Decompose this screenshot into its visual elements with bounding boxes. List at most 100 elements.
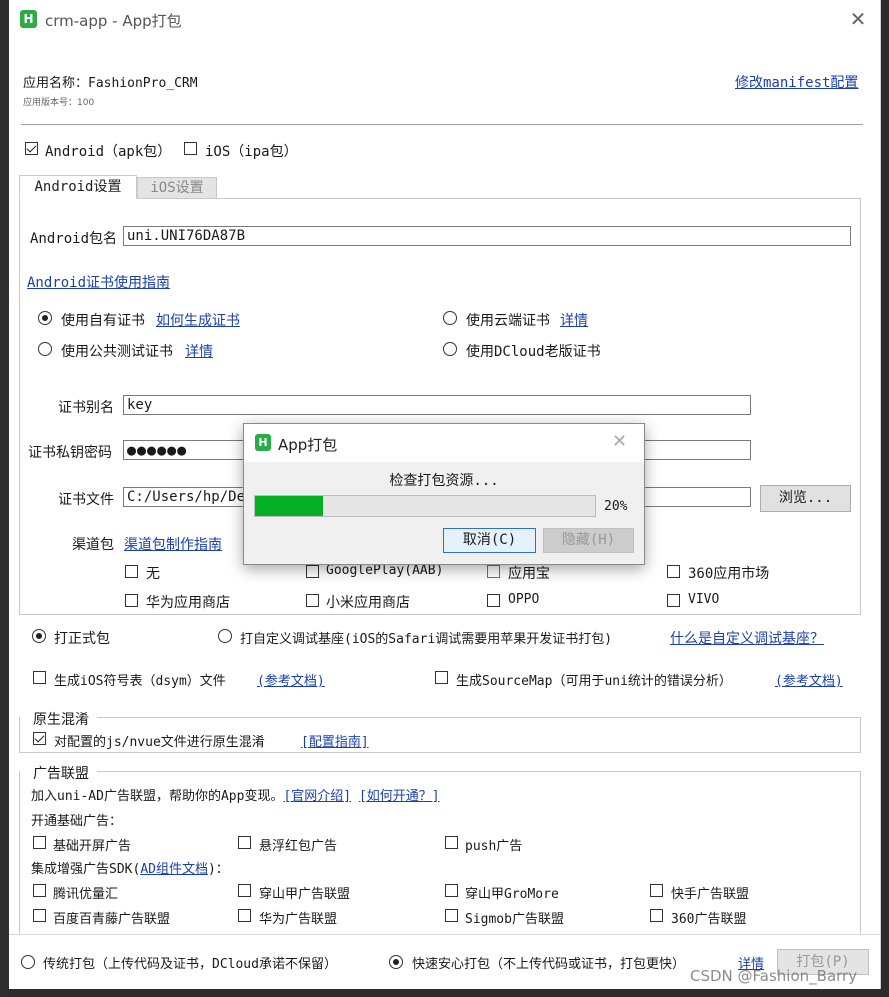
- dcloud-cert-label: 使用DCloud老版证书: [466, 344, 601, 360]
- channel-360-checkbox[interactable]: [667, 565, 680, 578]
- safe-build-label: 快速安心打包（不上传代码或证书，打包更快）: [412, 957, 686, 972]
- ads-title: 广告联盟: [31, 763, 91, 783]
- close-icon[interactable]: ✕: [612, 431, 627, 452]
- ad-sigmob-checkbox[interactable]: [445, 909, 458, 922]
- ad-component-docs-link[interactable]: AD组件文档: [140, 862, 208, 877]
- channel-360-label: 360应用市场: [688, 566, 770, 582]
- android-checkbox[interactable]: [25, 142, 38, 155]
- custom-base-help-link[interactable]: 什么是自定义调试基座？: [670, 628, 824, 648]
- channel-xiaomi-checkbox[interactable]: [306, 594, 319, 607]
- ad-redpacket-label: 悬浮红包广告: [259, 839, 338, 854]
- public-cert-label: 使用公共测试证书: [61, 344, 173, 360]
- package-name-input[interactable]: uni.UNI76DA87B: [123, 226, 851, 246]
- channel-googleplay-label: GooglePlay(AAB): [326, 563, 444, 578]
- ads-sdk-suffix: )：: [207, 862, 229, 877]
- obfuscation-title: 原生混淆: [31, 709, 91, 729]
- ad-push-checkbox[interactable]: [445, 836, 458, 849]
- channel-label: 渠道包: [72, 537, 114, 553]
- ad-baidu-label: 百度百青藤广告联盟: [53, 912, 171, 927]
- channel-guide-link[interactable]: 渠道包制作指南: [124, 534, 222, 554]
- ad-pangle-checkbox[interactable]: [238, 884, 251, 897]
- ads-official-link[interactable]: [官网介绍]: [283, 789, 351, 804]
- channel-none-checkbox[interactable]: [125, 565, 138, 578]
- channel-xiaomi-label: 小米应用商店: [326, 595, 410, 611]
- android-label: Android（apk包）: [45, 144, 172, 160]
- ads-how-open-link[interactable]: [如何开通？]: [359, 789, 440, 804]
- modify-manifest-link[interactable]: 修改manifest配置: [735, 72, 858, 92]
- cert-alias-input[interactable]: key: [123, 395, 751, 415]
- custom-base-radio[interactable]: [218, 629, 232, 643]
- formal-build-label: 打正式包: [54, 631, 110, 647]
- divider: [21, 124, 863, 125]
- ads-group-border: [97, 771, 861, 772]
- hbuilder-logo-icon: H: [20, 10, 37, 28]
- channel-yingyongbao-checkbox[interactable]: [487, 565, 500, 578]
- obfuscation-checkbox[interactable]: [33, 732, 46, 745]
- channel-vivo-checkbox[interactable]: [667, 594, 680, 607]
- cert-alias-label: 证书别名: [58, 400, 114, 416]
- obfuscation-guide-link[interactable]: [配置指南]: [301, 731, 369, 750]
- ad-tencent-checkbox[interactable]: [33, 884, 46, 897]
- ios-label: iOS（ipa包）: [205, 144, 298, 160]
- ad-360-checkbox[interactable]: [650, 909, 663, 922]
- cert-guide-link[interactable]: Android证书使用指南: [27, 272, 170, 292]
- close-icon[interactable]: ✕: [847, 8, 869, 30]
- cloud-cert-details-link[interactable]: 详情: [560, 310, 588, 330]
- dcloud-cert-radio[interactable]: [443, 342, 457, 356]
- ad-kuaishou-checkbox[interactable]: [650, 884, 663, 897]
- dsym-checkbox[interactable]: [33, 671, 46, 684]
- ad-splash-checkbox[interactable]: [33, 836, 46, 849]
- editor-background: [0, 0, 9, 997]
- ad-gromore-label: 穿山甲GroMore: [465, 887, 559, 902]
- tab-android-settings[interactable]: Android设置: [19, 175, 137, 199]
- formal-build-radio[interactable]: [32, 629, 46, 643]
- traditional-build-label: 传统打包（上传代码及证书，DCloud承诺不保留）: [43, 957, 337, 972]
- ads-basic-title: 开通基础广告：: [31, 814, 123, 829]
- browse-button[interactable]: 浏览...: [760, 485, 851, 512]
- cancel-button[interactable]: 取消(C): [443, 528, 536, 553]
- app-name: 应用名称：FashionPro_CRM: [23, 76, 198, 91]
- ad-pangle-label: 穿山甲广告联盟: [259, 887, 351, 902]
- dialog-status: 检查打包资源...: [389, 473, 499, 489]
- ad-splash-label: 基础开屏广告: [53, 839, 132, 854]
- channel-oppo-checkbox[interactable]: [487, 594, 500, 607]
- channel-googleplay-checkbox[interactable]: [306, 565, 319, 578]
- package-name-label: Android包名: [30, 231, 118, 247]
- csdn-watermark: CSDN @Fashion_Barry: [690, 967, 858, 985]
- own-cert-radio[interactable]: [38, 311, 52, 325]
- obfuscation-label: 对配置的js/nvue文件进行原生混淆: [54, 735, 265, 750]
- ad-huawei-label: 华为广告联盟: [259, 912, 338, 927]
- channel-vivo-label: VIVO: [688, 592, 720, 607]
- cert-file-label: 证书文件: [58, 492, 114, 508]
- window-title: crm-app - App打包: [45, 12, 182, 30]
- hide-button[interactable]: 隐藏(H): [543, 528, 634, 553]
- custom-base-label: 打自定义调试基座(iOS的Safari调试需要用苹果开发证书打包): [240, 632, 613, 647]
- channel-oppo-label: OPPO: [508, 592, 540, 607]
- sourcemap-docs-link[interactable]: (参考文档): [775, 670, 843, 689]
- public-cert-radio[interactable]: [38, 342, 52, 356]
- sourcemap-checkbox[interactable]: [435, 671, 448, 684]
- cloud-cert-radio[interactable]: [443, 311, 457, 325]
- ad-huawei-checkbox[interactable]: [238, 909, 251, 922]
- progress-percent: 20%: [604, 499, 628, 514]
- safe-build-radio[interactable]: [389, 955, 403, 969]
- channel-huawei-checkbox[interactable]: [125, 594, 138, 607]
- channel-none-label: 无: [146, 566, 160, 582]
- channel-huawei-label: 华为应用商店: [146, 595, 230, 611]
- packing-progress-dialog: H App打包 ✕ 检查打包资源... 20% 取消(C) 隐藏(H): [243, 423, 645, 565]
- traditional-build-radio[interactable]: [21, 955, 35, 969]
- dsym-docs-link[interactable]: (参考文档): [257, 670, 325, 689]
- cert-password-label: 证书私钥密码: [28, 445, 112, 461]
- title-bar: H crm-app - App打包 ✕: [9, 0, 880, 38]
- how-generate-cert-link[interactable]: 如何生成证书: [156, 310, 240, 330]
- ad-gromore-checkbox[interactable]: [445, 884, 458, 897]
- ads-intro: 加入uni-AD广告联盟，帮助你的App变现。[官网介绍] [如何开通？]: [31, 785, 440, 804]
- public-cert-details-link[interactable]: 详情: [185, 341, 213, 361]
- hbuilder-logo-icon: H: [255, 434, 271, 451]
- tab-ios-settings[interactable]: iOS设置: [137, 177, 217, 199]
- ad-baidu-checkbox[interactable]: [33, 909, 46, 922]
- ios-checkbox[interactable]: [184, 142, 197, 155]
- progress-bar: [254, 495, 596, 517]
- ad-push-label: push广告: [465, 839, 523, 854]
- ad-redpacket-checkbox[interactable]: [238, 836, 251, 849]
